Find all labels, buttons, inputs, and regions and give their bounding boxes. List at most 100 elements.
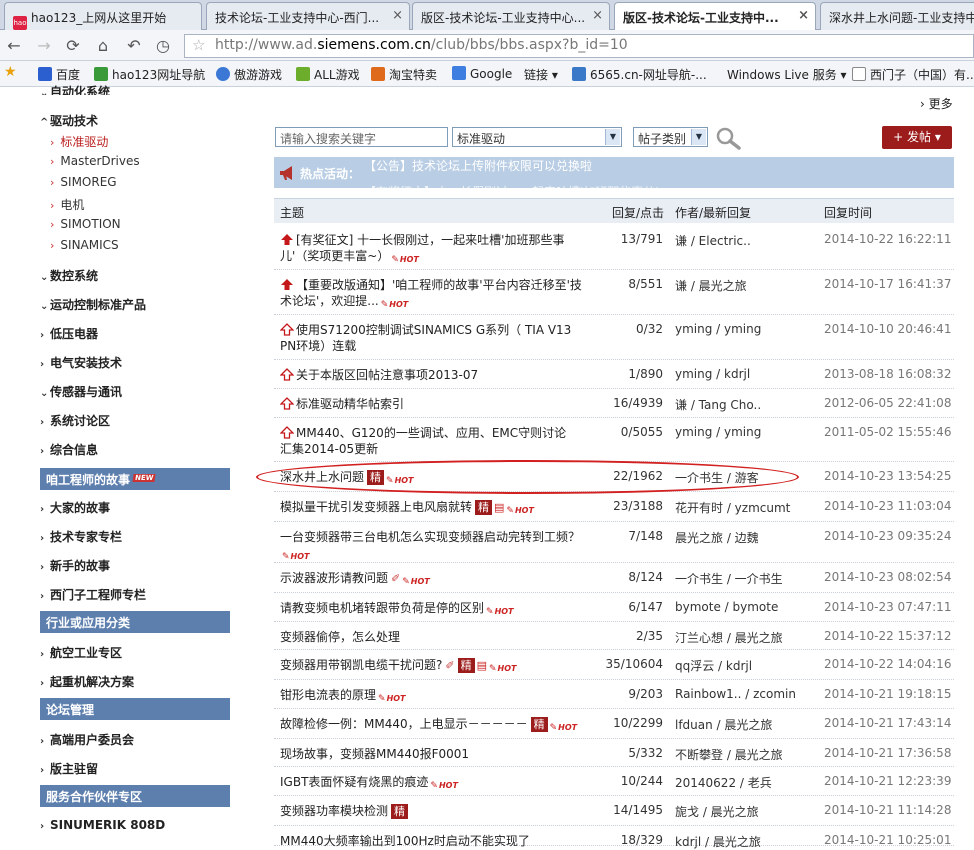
topic-title[interactable]: 现场故事，变频器MM440报F0001: [280, 746, 590, 762]
author-info[interactable]: 旎戈 / 晨光之旅: [675, 803, 759, 820]
author-info[interactable]: yming / yming: [675, 425, 761, 439]
hot-activity-link-2[interactable]: 【有奖征文】十一长假刚过，一起来吐槽'加班那些事儿': [364, 183, 659, 188]
bookmark-maxthon-games[interactable]: 傲游游戏: [216, 66, 282, 83]
sidebar-subitem-simoreg[interactable]: › SIMOREG: [50, 175, 117, 189]
sidebar-item-electrical-install[interactable]: › 电气安装技术: [40, 354, 122, 371]
topic-title[interactable]: [有奖征文] 十一长假刚过，一起来吐槽'加班那些事儿'（奖项更丰富~）HOT: [280, 232, 590, 268]
tab-board-1[interactable]: 版区-技术论坛-工业支持中心... ×: [412, 2, 610, 30]
board-select[interactable]: 标准驱动 ▼: [452, 127, 622, 147]
author-info[interactable]: 一介书生 / 一介书生: [675, 570, 783, 587]
sidebar-subitem-sinamics[interactable]: › SINAMICS: [50, 238, 119, 252]
author-info[interactable]: 20140622 / 老兵: [675, 774, 772, 791]
topic-title-text[interactable]: [有奖征文] 十一长假刚过，一起来吐槽'加班那些事儿'（奖项更丰富~）: [280, 233, 564, 263]
section-engineer-story[interactable]: 咱工程师的故事 NEW: [40, 468, 230, 490]
sidebar-item-motion[interactable]: ⌄ 运动控制标准产品: [40, 296, 146, 313]
author-info[interactable]: bymote / bymote: [675, 600, 778, 614]
table-row[interactable]: 钳形电流表的原理HOT 9/203 Rainbow1.. / zcomin 2014-…: [274, 680, 954, 709]
bookmark-taobao[interactable]: 淘宝特卖: [371, 66, 437, 83]
sidebar-subitem-simotion[interactable]: › SIMOTION: [50, 217, 121, 231]
table-row[interactable]: 标准驱动精华帖索引 16/4939 谦 / Tang Cho.. 2012-06-05…: [274, 389, 954, 418]
new-post-button[interactable]: + 发帖 ▾: [882, 126, 952, 149]
topic-title[interactable]: 关于本版区回帖注意事项2013-07: [280, 367, 590, 383]
sidebar-item-expert-column[interactable]: › 技术专家专栏: [40, 528, 122, 545]
topic-title-text[interactable]: 变频器功率模块检测: [280, 804, 388, 818]
topic-title-text[interactable]: 关于本版区回帖注意事项2013-07: [296, 368, 478, 382]
author-info[interactable]: yming / yming: [675, 322, 761, 336]
author-info[interactable]: 不断攀登 / 晨光之旅: [675, 746, 783, 763]
sidebar-subitem-masterdrives[interactable]: › MasterDrives: [50, 154, 140, 168]
author-info[interactable]: Rainbow1.. / zcomin: [675, 687, 796, 701]
reload-icon[interactable]: ⟳: [62, 35, 84, 57]
topic-title-text[interactable]: 模拟量干扰引发变频器上电风扇就转: [280, 500, 472, 514]
sidebar-item-low-voltage[interactable]: › 低压电器: [40, 325, 98, 342]
topic-title-text[interactable]: 钳形电流表的原理: [280, 688, 376, 702]
tab-hao123[interactable]: hao hao123_上网从这里开始: [4, 2, 202, 30]
bookmark-windows-live[interactable]: Windows Live 服务 ▾: [727, 66, 847, 83]
author-info[interactable]: yming / kdrjl: [675, 367, 750, 381]
author-info[interactable]: 汀兰心想 / 晨光之旅: [675, 629, 783, 646]
close-icon[interactable]: ×: [798, 8, 809, 23]
section-forum-management[interactable]: 论坛管理: [40, 698, 230, 720]
topic-title[interactable]: 标准驱动精华帖索引: [280, 396, 590, 412]
topic-title-text[interactable]: 变频器偷停，怎么处理: [280, 630, 400, 644]
section-industry[interactable]: 行业或应用分类: [40, 611, 230, 633]
sidebar-item-aviation[interactable]: › 航空工业专区: [40, 644, 122, 661]
topic-title[interactable]: 【重要改版通知】'咱工程师的故事'平台内容迁移至'技术论坛'，欢迎提...HOT: [280, 277, 590, 313]
topic-title-text[interactable]: 故障检修一例：MM440，上电显示－－－－－: [280, 717, 528, 731]
sidebar-item-automation[interactable]: ⌄ 自动化系统: [40, 83, 110, 95]
bookmark-hao123[interactable]: hao123网址导航: [94, 66, 205, 83]
back-icon[interactable]: ←: [3, 35, 25, 57]
bookmark-google[interactable]: Google: [452, 66, 512, 81]
author-info[interactable]: qq浮云 / kdrjl: [675, 657, 752, 674]
topic-title-text[interactable]: 标准驱动精华帖索引: [296, 397, 404, 411]
address-bar[interactable]: ☆ http://www.ad.siemens.com.cn/club/bbs/…: [184, 34, 974, 58]
bookmark-links-menu[interactable]: 链接 ▾: [524, 66, 558, 83]
sidebar-item-newbie-story[interactable]: › 新手的故事: [40, 557, 110, 574]
sidebar-item-system-discussion[interactable]: › 系统讨论区: [40, 412, 110, 429]
bookmark-siemens[interactable]: 西门子（中国）有...: [852, 66, 974, 83]
topic-title-text[interactable]: IGBT表面怀疑有烧黑的痕迹: [280, 775, 428, 789]
topic-title[interactable]: 故障检修一例：MM440，上电显示－－－－－精HOT: [280, 716, 600, 736]
table-row[interactable]: 关于本版区回帖注意事项2013-07 1/890 yming / kdrjl 2013…: [274, 360, 954, 389]
sidebar-subitem-motor[interactable]: › 电机: [50, 196, 84, 213]
sidebar-item-vip-committee[interactable]: › 高端用户委员会: [40, 731, 134, 748]
author-info[interactable]: kdrjl / 晨光之旅: [675, 833, 761, 850]
table-row[interactable]: [有奖征文] 十一长假刚过，一起来吐槽'加班那些事儿'（奖项更丰富~）HOT 13…: [274, 225, 954, 270]
topic-title[interactable]: 请教变频电机堵转跟带负荷是停的区别HOT: [280, 600, 610, 620]
tab-board-2[interactable]: 版区-技术论坛-工业支持中... ×: [614, 2, 816, 31]
topic-title-text[interactable]: 现场故事，变频器MM440报F0001: [280, 747, 469, 761]
sidebar-item-drive[interactable]: ^ 驱动技术: [40, 112, 98, 129]
table-row[interactable]: MM440、G120的一些调试、应用、EMC守则讨论汇集2014-05更新 0/5…: [274, 418, 954, 462]
sidebar-subitem-standard-drive[interactable]: › 标准驱动: [50, 133, 108, 150]
topic-title[interactable]: MM440、G120的一些调试、应用、EMC守则讨论汇集2014-05更新: [280, 425, 570, 457]
topic-title[interactable]: 使用S71200控制调试SINAMICS G系列（ TIA V13 PN环境）连…: [280, 322, 590, 354]
sidebar-item-moderator[interactable]: › 版主驻留: [40, 760, 98, 777]
bookmark-all-games[interactable]: ALL游戏: [296, 66, 360, 83]
bookmark-baidu[interactable]: 百度: [38, 66, 80, 83]
section-partner[interactable]: 服务合作伙伴专区: [40, 785, 230, 807]
more-link[interactable]: › 更多: [920, 95, 953, 112]
close-icon[interactable]: ×: [392, 8, 403, 23]
topic-title-text[interactable]: MM440大频率输出到100Hz时启动不能实现了: [280, 834, 530, 848]
author-info[interactable]: 晨光之旅 / 边魏: [675, 529, 759, 546]
tab-thread[interactable]: 深水井上水问题-工业支持中: [820, 2, 974, 30]
author-info[interactable]: 花开有时 / yzmcumt: [675, 499, 790, 516]
table-row[interactable]: 现场故事，变频器MM440报F0001 5/332 不断攀登 / 晨光之旅 2014-…: [274, 739, 954, 767]
table-row[interactable]: 【重要改版通知】'咱工程师的故事'平台内容迁移至'技术论坛'，欢迎提...HOT…: [274, 270, 954, 315]
author-info[interactable]: lfduan / 晨光之旅: [675, 716, 772, 733]
sidebar-item-cnc[interactable]: ⌄ 数控系统: [40, 267, 98, 284]
topic-title[interactable]: 变频器偷停，怎么处理: [280, 629, 590, 645]
history-icon[interactable]: ◷: [152, 35, 174, 57]
close-icon[interactable]: ×: [592, 8, 603, 23]
sidebar-item-everyone-story[interactable]: › 大家的故事: [40, 499, 110, 516]
topic-title[interactable]: IGBT表面怀疑有烧黑的痕迹HOT: [280, 774, 590, 794]
topic-title-text[interactable]: MM440、G120的一些调试、应用、EMC守则讨论汇集2014-05更新: [280, 426, 566, 456]
table-row[interactable]: 示波器波形请教问题✐HOT 8/124 一介书生 / 一介书生 2014-10-23 …: [274, 563, 954, 593]
bookmark-6565[interactable]: 6565.cn-网址导航-...: [572, 66, 707, 83]
table-row[interactable]: 变频器功率模块检测精 14/1495 旎戈 / 晨光之旅 2014-10-21 11:…: [274, 796, 954, 826]
table-row[interactable]: 一台变频器带三台电机怎么实现变频器启动完转到工频？HOT 7/148 晨光之旅 / …: [274, 522, 954, 563]
hot-activity-link[interactable]: 【公告】技术论坛上传附件权限可以兑换啦: [364, 157, 592, 174]
table-row[interactable]: 模拟量干扰引发变频器上电风扇就转精▤HOT23/3188花开有时 / yzmcu…: [274, 492, 954, 522]
topic-title[interactable]: 模拟量干扰引发变频器上电风扇就转精▤HOT: [280, 499, 610, 519]
post-type-select[interactable]: 帖子类别 ▼: [633, 127, 708, 147]
